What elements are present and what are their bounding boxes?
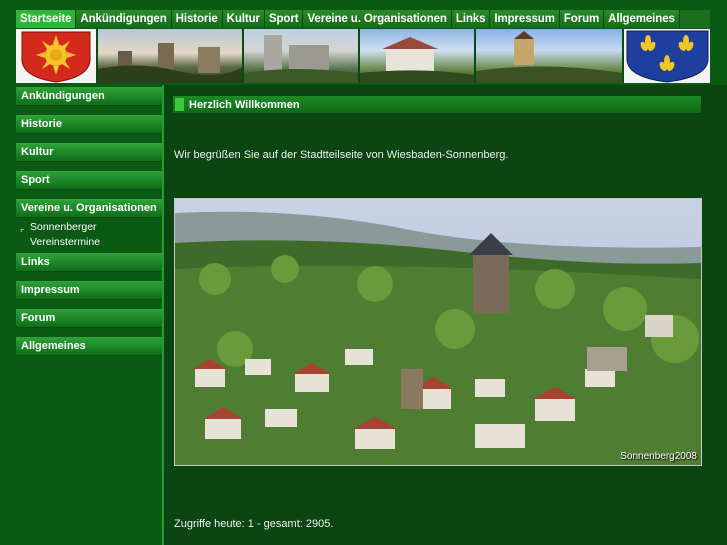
subitem-label-line1: Sonnenberger xyxy=(30,221,97,233)
photo-caption: Sonnenberg2008 xyxy=(620,451,697,462)
banner-photo-tower xyxy=(476,29,622,83)
coat-of-arms-sun-logo xyxy=(16,29,96,83)
sidebar-item-kultur[interactable]: Kultur xyxy=(16,143,162,162)
topnav-allgemeines[interactable]: Allgemeines xyxy=(604,10,680,28)
topnav-kultur[interactable]: Kultur xyxy=(222,10,265,28)
subitem-label-line2: Vereinstermine xyxy=(30,236,101,248)
top-navigation: Startseite Ankündigungen Historie Kultur… xyxy=(16,10,710,28)
topnav-historie[interactable]: Historie xyxy=(171,10,223,28)
sidebar-item-sport[interactable]: Sport xyxy=(16,171,162,190)
topnav-startseite[interactable]: Startseite xyxy=(16,10,77,28)
sidebar-navigation: Ankündigungen Historie Kultur Sport Vere… xyxy=(16,87,162,365)
topnav-forum[interactable]: Forum xyxy=(559,10,605,28)
welcome-heading-bar: Herzlich Willkommen xyxy=(173,96,701,113)
visitor-counter: Zugriffe heute: 1 - gesamt: 2905. xyxy=(174,518,334,530)
sidebar-subitem-vereinstermine[interactable]: ⌜ Sonnenberger Vereinstermine xyxy=(16,218,162,253)
header-banner xyxy=(16,29,710,83)
topnav-sport[interactable]: Sport xyxy=(264,10,304,28)
sidebar-item-forum[interactable]: Forum xyxy=(16,309,162,328)
coat-of-arms-lilies-logo xyxy=(623,29,710,83)
sidebar-item-vereine[interactable]: Vereine u. Organisationen xyxy=(16,199,162,218)
bullet-icon: ⌜ xyxy=(20,228,25,238)
sidebar-item-ankuendigungen[interactable]: Ankündigungen xyxy=(16,87,162,106)
topnav-impressum[interactable]: Impressum xyxy=(490,10,560,28)
heading-marker xyxy=(175,98,184,111)
topnav-links[interactable]: Links xyxy=(451,10,491,28)
sidebar-item-historie[interactable]: Historie xyxy=(16,115,162,134)
banner-photo-ruins xyxy=(243,29,359,83)
sidebar-item-impressum[interactable]: Impressum xyxy=(16,281,162,300)
sidebar-item-links[interactable]: Links xyxy=(16,253,162,272)
sidebar-item-allgemeines[interactable]: Allgemeines xyxy=(16,337,162,356)
topnav-ankuendigungen[interactable]: Ankündigungen xyxy=(76,10,172,28)
banner-photo-house xyxy=(360,29,475,83)
banner-photo-castle-dusk xyxy=(97,29,242,83)
intro-text: Wir begrüßen Sie auf der Stadtteilseite … xyxy=(174,149,509,161)
town-panorama-photo: Sonnenberg2008 xyxy=(174,198,702,466)
page-title: Herzlich Willkommen xyxy=(189,98,300,111)
topnav-vereine[interactable]: Vereine u. Organisationen xyxy=(303,10,452,28)
